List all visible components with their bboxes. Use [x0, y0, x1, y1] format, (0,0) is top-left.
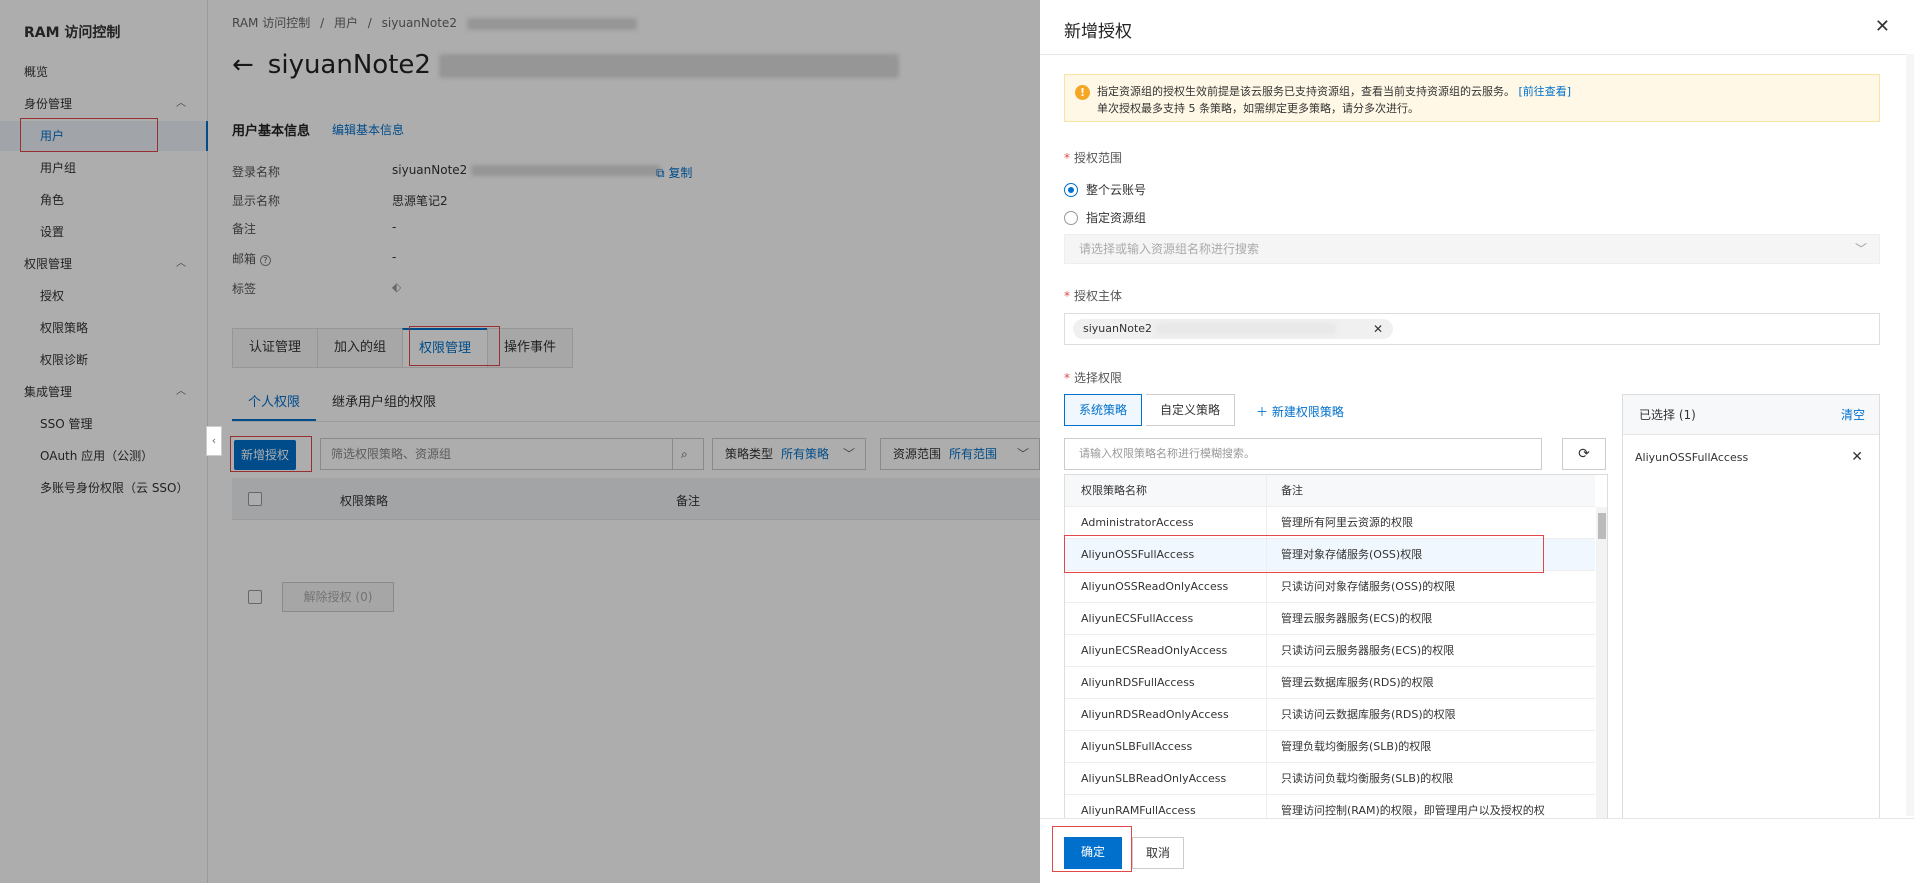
table-row[interactable]: AliyunOSSReadOnlyAccess 只读访问对象存储服务(OSS)的权…: [1065, 571, 1595, 603]
select-policy-label: * 选择权限: [1064, 371, 1123, 385]
new-policy-link[interactable]: ＋ 新建权限策略: [1256, 403, 1344, 420]
collapse-sidebar-icon[interactable]: ‹: [206, 426, 222, 456]
policy-search-input[interactable]: 请输入权限策略名称进行模糊搜索。: [1064, 438, 1542, 470]
scroll-thumb[interactable]: [1598, 513, 1606, 539]
table-row[interactable]: AliyunECSFullAccess 管理云服务器服务(ECS)的权限: [1065, 603, 1595, 635]
scope-radio-resource-group[interactable]: 指定资源组: [1064, 210, 1146, 226]
radio-icon: [1064, 211, 1078, 225]
tab-custom-policy[interactable]: 自定义策略: [1146, 394, 1236, 426]
remove-selected-icon[interactable]: ✕: [1851, 449, 1863, 465]
principal-label: * 授权主体: [1064, 289, 1123, 303]
table-row[interactable]: AliyunRDSReadOnlyAccess 只读访问云数据库服务(RDS)的权…: [1065, 699, 1595, 731]
cancel-button[interactable]: 取消: [1132, 837, 1184, 869]
principal-input[interactable]: siyuanNote2 ✕: [1064, 313, 1880, 345]
refresh-icon[interactable]: ⟳: [1562, 438, 1606, 470]
scope-label: * 授权范围: [1064, 151, 1123, 165]
drawer-footer: 确定 取消: [1040, 818, 1914, 883]
scope-radio-account[interactable]: 整个云账号: [1064, 182, 1146, 198]
plus-icon: ＋: [1256, 405, 1272, 419]
modal-overlay[interactable]: [0, 0, 1040, 883]
selected-panel: 已选择 (1) 清空 AliyunOSSFullAccess ✕: [1622, 394, 1880, 822]
table-row[interactable]: AliyunECSReadOnlyAccess 只读访问云服务器服务(ECS)的权…: [1065, 635, 1595, 667]
table-row[interactable]: AliyunRDSFullAccess 管理云数据库服务(RDS)的权限: [1065, 667, 1595, 699]
table-row[interactable]: AdministratorAccess 管理所有阿里云资源的权限: [1065, 507, 1595, 539]
policy-table-scrollbar[interactable]: [1596, 507, 1607, 821]
close-icon[interactable]: ✕: [1875, 16, 1890, 37]
divider: [1040, 54, 1914, 55]
notice-alert: ! 指定资源组的授权生效前提是该云服务已支持资源组，查看当前支持资源组的云服务。…: [1064, 74, 1880, 122]
clear-button[interactable]: 清空: [1841, 395, 1865, 435]
table-row[interactable]: AliyunSLBReadOnlyAccess 只读访问负载均衡服务(SLB)的权…: [1065, 763, 1595, 795]
drawer-title: 新增授权: [1064, 22, 1132, 42]
grant-drawer: 新增授权 ✕ ! 指定资源组的授权生效前提是该云服务已支持资源组，查看当前支持资…: [1040, 0, 1914, 883]
tab-system-policy[interactable]: 系统策略: [1064, 394, 1143, 426]
remove-tag-icon[interactable]: ✕: [1373, 319, 1383, 339]
radio-icon: [1064, 183, 1078, 197]
selected-item: AliyunOSSFullAccess: [1635, 451, 1749, 464]
chevron-down-icon: ﹀: [1854, 242, 1867, 256]
resource-group-select[interactable]: 请选择或输入资源组名称进行搜索 ﹀: [1064, 234, 1880, 264]
table-row-selected[interactable]: AliyunOSSFullAccess 管理对象存储服务(OSS)权限: [1065, 539, 1595, 571]
redacted-block: [1155, 323, 1336, 335]
confirm-button[interactable]: 确定: [1064, 837, 1122, 869]
policy-table: 权限策略名称 备注 AdministratorAccess 管理所有阿里云资源的权限…: [1064, 474, 1608, 822]
go-view-link[interactable]: [前往查看]: [1519, 85, 1572, 98]
warning-icon: !: [1075, 85, 1090, 100]
table-row[interactable]: AliyunSLBFullAccess 管理负载均衡服务(SLB)的权限: [1065, 731, 1595, 763]
principal-tag: siyuanNote2 ✕: [1073, 319, 1393, 339]
drawer-scrollbar[interactable]: [1906, 54, 1914, 816]
policy-table-header: 权限策略名称 备注: [1065, 475, 1595, 507]
